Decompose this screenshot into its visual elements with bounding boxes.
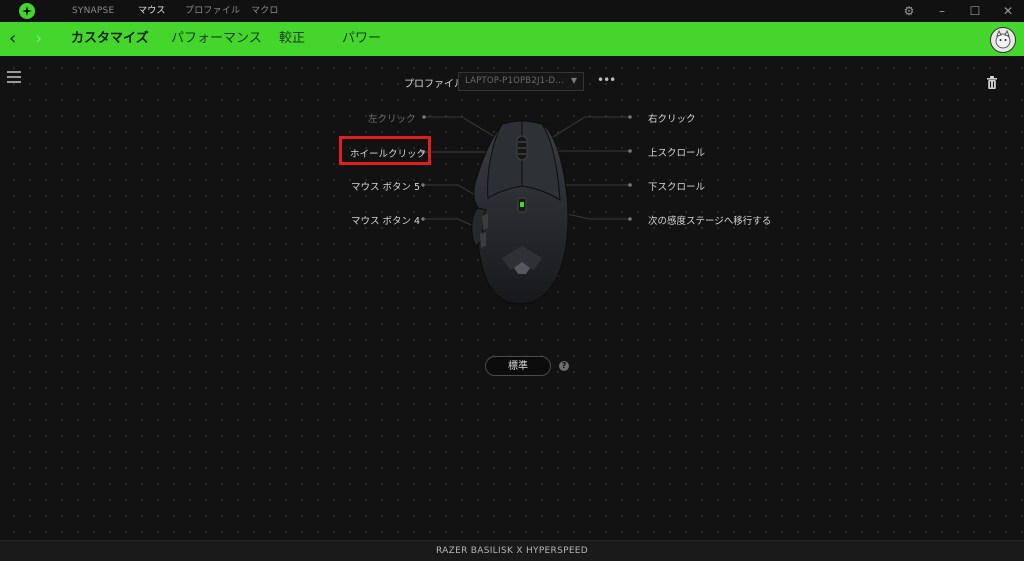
label-left-click[interactable]: 左クリック [368,111,416,125]
label-mouse-button-4[interactable]: マウス ボタン 4 [351,213,420,227]
device-name: RAZER BASILISK X HYPERSPEED [435,546,589,556]
label-scroll-down[interactable]: 下スクロール [648,179,705,193]
device-footer: RAZER BASILISK X HYPERSPEED [0,540,1024,561]
label-scroll-up[interactable]: 上スクロール [648,145,705,159]
help-icon[interactable]: ? [559,361,569,371]
wheel-click-highlight [339,136,431,165]
mouse-illustration [471,120,569,305]
standard-mode-button[interactable]: 標準 [485,356,551,376]
label-right-click[interactable]: 右クリック [648,111,696,125]
label-next-sensitivity-stage[interactable]: 次の感度ステージへ移行する [648,213,771,227]
label-mouse-button-5[interactable]: マウス ボタン 5 [351,179,420,193]
